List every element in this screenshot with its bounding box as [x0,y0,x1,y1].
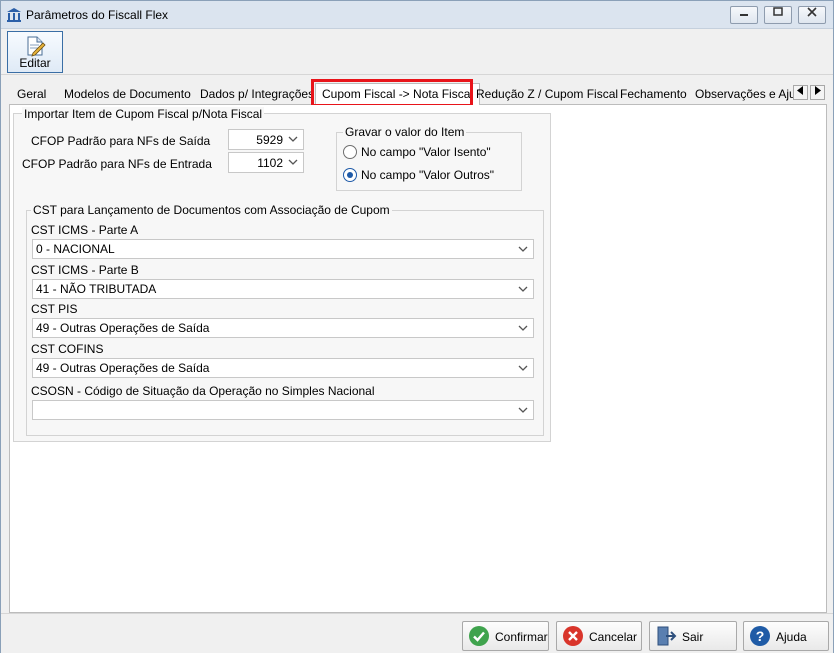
exit-button[interactable]: Sair [649,621,737,651]
gravar-valor-group: Gravar o valor do Item No campo "Valor I… [336,125,522,191]
tab-modelos-de-documento[interactable]: Modelos de Documento [58,85,197,105]
tab-geral[interactable]: Geral [11,85,52,105]
csosn-select[interactable] [32,400,534,420]
chevron-down-icon [518,365,528,371]
exit-button-label: Sair [682,630,704,644]
cst-panel: CST para Lançamento de Documentos com As… [26,203,544,436]
app-building-icon [7,8,21,22]
arrow-left-icon [797,86,803,95]
cancel-circle-icon [563,626,583,646]
radio-valor-isento[interactable] [343,145,357,159]
cancel-button-label: Cancelar [589,630,638,644]
cfop-entrada-label: CFOP Padrão para NFs de Entrada [22,157,212,171]
help-button[interactable]: ? Ajuda [743,621,829,651]
cfop-entrada-value: 1102 [257,156,283,170]
cst-icms-a-label: CST ICMS - Parte A [31,223,139,237]
cst-icms-b-select[interactable]: 41 - NÃO TRIBUTADA [32,279,534,299]
cst-cofins-value: 49 - Outras Operações de Saída [36,361,210,375]
radio-valor-outros-label[interactable]: No campo "Valor Outros" [361,168,494,182]
csosn-label: CSOSN - Código de Situação da Operação n… [31,384,375,398]
cfop-entrada-select[interactable]: 1102 [228,152,304,173]
cst-pis-select[interactable]: 49 - Outras Operações de Saída [32,318,534,338]
chevron-down-icon [288,136,298,142]
radio-valor-isento-label[interactable]: No campo "Valor Isento" [361,145,491,159]
tab-cupom-fiscal-nota-fiscal[interactable]: Cupom Fiscal -> Nota Fiscal [315,83,481,106]
chevron-down-icon [518,246,528,252]
edit-button[interactable]: Editar [7,31,63,73]
radio-valor-outros[interactable] [343,168,357,182]
chevron-down-icon [518,325,528,331]
cst-icms-a-value: 0 - NACIONAL [36,242,115,256]
cst-icms-b-value: 41 - NÃO TRIBUTADA [36,282,157,296]
close-button[interactable] [798,6,826,24]
help-icon: ? [750,626,770,646]
maximize-button[interactable] [764,6,792,24]
check-circle-icon [469,626,489,646]
tab-scroll-right-button[interactable] [810,85,825,100]
tab-observacoes-ajustes[interactable]: Observações e Ajus [689,85,808,105]
cancel-button[interactable]: Cancelar [556,621,642,651]
cst-pis-value: 49 - Outras Operações de Saída [36,321,210,335]
minimize-icon [740,14,748,16]
minimize-button[interactable] [730,6,758,24]
tab-dados-integracoes[interactable]: Dados p/ Integrações [194,85,320,105]
toolbar: Editar [1,29,833,75]
confirm-button-label: Confirmar [495,630,548,644]
arrow-right-icon [815,86,821,95]
tab-bar: Geral Modelos de Documento Dados p/ Inte… [9,83,827,106]
cfop-saida-label: CFOP Padrão para NFs de Saída [31,134,211,148]
chevron-down-icon [518,407,528,413]
gravar-valor-title: Gravar o valor do Item [343,125,467,139]
cst-icms-a-select[interactable]: 0 - NACIONAL [32,239,534,259]
cfop-saida-select[interactable]: 5929 [228,129,304,150]
edit-document-icon [27,36,46,57]
footer-bar: Confirmar Cancelar Sair ? Ajuda [1,613,833,653]
maximize-icon [773,7,783,16]
tab-fechamento[interactable]: Fechamento [614,85,693,105]
confirm-button[interactable]: Confirmar [462,621,549,651]
exit-door-icon [657,626,677,646]
tab-reducao-z-cupom-fiscal[interactable]: Redução Z / Cupom Fiscal [470,85,624,105]
chevron-down-icon [288,159,298,165]
title-bar: Parâmetros do Fiscall Flex [1,1,833,29]
cst-pis-label: CST PIS [31,302,78,316]
close-icon [807,7,817,17]
window-title: Parâmetros do Fiscall Flex [26,8,169,22]
cst-cofins-label: CST COFINS [31,342,104,356]
tab-content: Importar Item de Cupom Fiscal p/Nota Fis… [9,105,827,613]
cst-cofins-select[interactable]: 49 - Outras Operações de Saída [32,358,534,378]
cfop-saida-value: 5929 [256,133,283,147]
import-item-panel: Importar Item de Cupom Fiscal p/Nota Fis… [13,107,551,442]
edit-button-label: Editar [19,56,51,70]
parameters-window: Parâmetros do Fiscall Flex Editar Geral … [0,0,834,653]
import-panel-title: Importar Item de Cupom Fiscal p/Nota Fis… [22,107,265,121]
chevron-down-icon [518,286,528,292]
cst-panel-title: CST para Lançamento de Documentos com As… [31,203,392,217]
cst-icms-b-label: CST ICMS - Parte B [31,263,139,277]
svg-text:?: ? [756,628,765,644]
tab-scroll-left-button[interactable] [793,85,808,100]
help-button-label: Ajuda [776,630,807,644]
